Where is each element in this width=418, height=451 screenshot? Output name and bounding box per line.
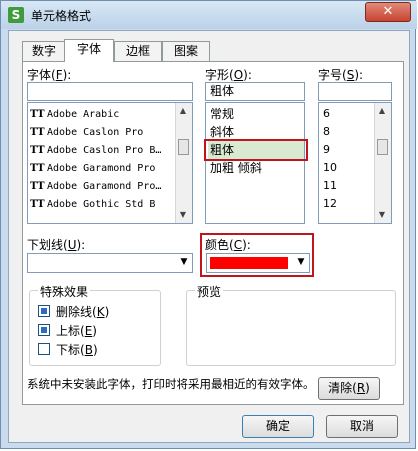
missing-font-note: 系统中未安装此字体，打印时将采用最相近的有效字体。 <box>27 377 315 391</box>
list-item[interactable]: TT Adobe Garamond Pro <box>30 160 155 178</box>
strikethrough-label: 删除线(K) <box>56 305 110 319</box>
preview-group: 预览 <box>186 283 396 366</box>
font-name-input[interactable] <box>27 82 193 101</box>
list-item[interactable]: TT Adobe Arabic <box>30 106 119 124</box>
size-list-scrollbar[interactable]: ▲ ▼ <box>374 103 391 223</box>
subscript-label: 下标(B) <box>56 343 98 357</box>
superscript-checkbox[interactable] <box>38 324 50 336</box>
truetype-icon: TT <box>30 109 45 120</box>
truetype-icon: TT <box>30 163 45 174</box>
selected-style-highlight <box>204 139 308 161</box>
list-item[interactable]: 9 <box>323 141 330 159</box>
scroll-thumb[interactable] <box>178 139 189 155</box>
list-item[interactable]: 6 <box>323 105 330 123</box>
scroll-up-icon[interactable]: ▲ <box>178 106 188 116</box>
strikethrough-checkbox[interactable] <box>38 305 50 317</box>
effects-title: 特殊效果 <box>38 283 91 300</box>
list-item[interactable]: 8 <box>323 123 330 141</box>
list-item[interactable]: 10 <box>323 159 337 177</box>
list-item[interactable]: TT Adobe Garamond Pro… <box>30 178 161 196</box>
cancel-button[interactable]: 取消 <box>326 415 398 438</box>
ok-button[interactable]: 确定 <box>242 415 314 438</box>
font-label: 字体(F): <box>27 68 72 82</box>
truetype-icon: TT <box>30 181 45 192</box>
list-item[interactable]: TT Adobe Caslon Pro <box>30 124 143 142</box>
scroll-thumb[interactable] <box>377 139 388 155</box>
underline-select[interactable]: ▼ <box>27 253 193 273</box>
font-list-scrollbar[interactable]: ▲ ▼ <box>175 103 192 223</box>
dialog-body: 数字 字体 边框 图案 字体(F): TT Adobe Arabic TT Adob… <box>8 30 410 443</box>
list-item[interactable]: TT Adobe Caslon Pro B… <box>30 142 161 160</box>
chevron-down-icon: ▼ <box>180 257 188 267</box>
list-item[interactable]: 11 <box>323 177 337 195</box>
spreadsheet-app-icon: S <box>8 7 24 23</box>
truetype-icon: TT <box>30 127 45 138</box>
style-label: 字形(O): <box>205 68 252 82</box>
list-item[interactable]: 常规 <box>210 105 234 123</box>
size-input[interactable] <box>318 82 392 101</box>
font-list[interactable]: TT Adobe Arabic TT Adobe Caslon Pro TT Adob… <box>27 102 193 224</box>
superscript-label: 上标(E) <box>56 324 97 338</box>
subscript-checkbox[interactable] <box>38 343 50 355</box>
tab-pattern[interactable]: 图案 <box>162 41 210 61</box>
scroll-up-icon[interactable]: ▲ <box>377 106 387 116</box>
tab-number[interactable]: 数字 <box>22 41 66 61</box>
list-item[interactable]: 12 <box>323 195 337 213</box>
scroll-down-icon[interactable]: ▼ <box>377 210 387 220</box>
scroll-down-icon[interactable]: ▼ <box>178 210 188 220</box>
list-item[interactable]: 加粗 倾斜 <box>210 159 262 177</box>
size-list[interactable]: 6 8 9 10 11 12 ▲ ▼ <box>318 102 392 224</box>
truetype-icon: TT <box>30 199 45 210</box>
preview-title: 预览 <box>195 283 224 300</box>
size-label: 字号(S): <box>318 68 364 82</box>
underline-label: 下划线(U): <box>27 238 86 252</box>
close-button[interactable]: ✕ <box>365 2 411 22</box>
style-input[interactable]: 粗体 <box>205 82 305 101</box>
tab-font[interactable]: 字体 <box>64 39 114 62</box>
truetype-icon: TT <box>30 145 45 156</box>
color-highlight-box <box>200 233 314 277</box>
style-list[interactable]: 常规 斜体 粗体 加粗 倾斜 <box>205 102 305 224</box>
clear-button[interactable]: 清除(R) <box>318 377 380 400</box>
font-tab-panel: 字体(F): TT Adobe Arabic TT Adobe Caslon Pro… <box>22 61 404 405</box>
effects-group: 特殊效果 删除线(K) 上标(E) 下标(B) <box>29 283 161 366</box>
list-item[interactable]: TT Adobe Gothic Std B <box>30 196 155 214</box>
dialog-title: 单元格格式 <box>31 9 92 23</box>
tab-border[interactable]: 边框 <box>114 41 162 61</box>
title-bar[interactable]: S 单元格格式 ✕ <box>1 1 417 29</box>
font-format-dialog: S 单元格格式 ✕ 数字 字体 边框 图案 字体(F): TT Adobe Ara… <box>0 0 417 449</box>
